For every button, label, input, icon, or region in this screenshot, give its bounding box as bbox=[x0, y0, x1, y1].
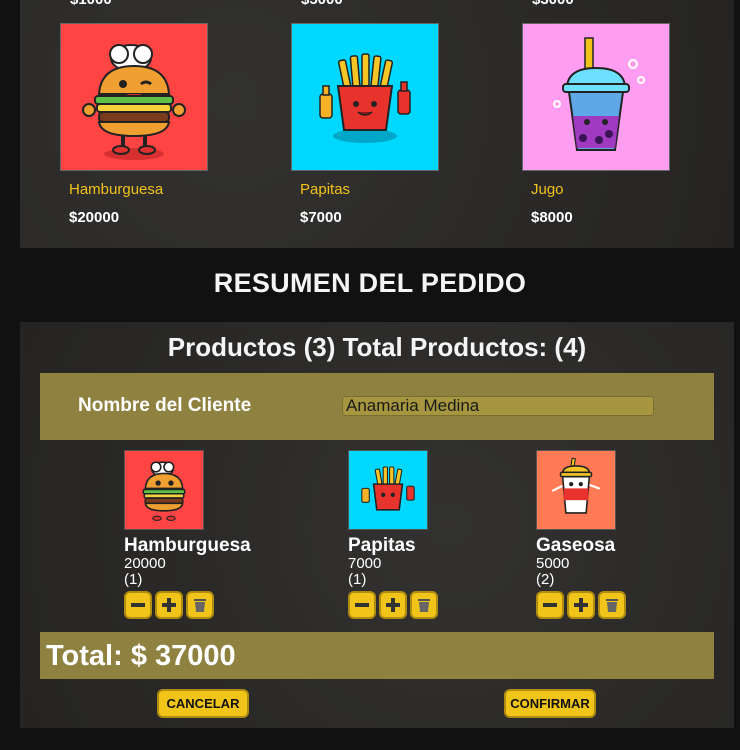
minus-icon bbox=[131, 603, 145, 607]
increase-button[interactable] bbox=[379, 591, 407, 619]
menu-panel: $1000 $5000 $3000 bbox=[20, 0, 734, 248]
product-card-hamburguesa[interactable]: Hamburguesa $20000 bbox=[60, 23, 208, 226]
trash-icon bbox=[194, 599, 206, 612]
product-price: $7000 bbox=[300, 209, 342, 226]
minus-icon bbox=[355, 603, 369, 607]
order-item-qty: (1) bbox=[124, 571, 143, 588]
order-item-price: 20000 bbox=[124, 555, 166, 572]
fries-icon bbox=[348, 450, 428, 530]
qty-controls bbox=[536, 591, 676, 619]
delete-button[interactable] bbox=[410, 591, 438, 619]
client-name-label: Nombre del Cliente bbox=[78, 395, 252, 416]
minus-icon bbox=[543, 603, 557, 607]
qty-controls bbox=[124, 591, 264, 619]
order-item-qty: (2) bbox=[536, 571, 555, 588]
confirm-button[interactable]: CONFIRMAR bbox=[504, 689, 596, 718]
hamburger-icon bbox=[124, 450, 204, 530]
order-item-qty: (1) bbox=[348, 571, 367, 588]
order-item-papitas: Papitas 7000 (1) bbox=[348, 450, 488, 619]
qty-controls bbox=[348, 591, 488, 619]
trash-icon bbox=[418, 599, 430, 612]
order-item-name: Papitas bbox=[348, 535, 416, 556]
order-item-price: 5000 bbox=[536, 555, 570, 572]
product-price: $20000 bbox=[69, 209, 120, 226]
plus-icon bbox=[574, 598, 588, 612]
price-cut-2: $5000 bbox=[301, 0, 343, 8]
plus-icon bbox=[386, 598, 400, 612]
product-card-jugo[interactable]: Jugo $8000 bbox=[522, 23, 670, 226]
summary-heading: Productos (3) Total Productos: (4) bbox=[167, 332, 587, 362]
increase-button[interactable] bbox=[155, 591, 183, 619]
decrease-button[interactable] bbox=[348, 591, 376, 619]
juice-icon[interactable] bbox=[522, 23, 670, 171]
order-item-price: 7000 bbox=[348, 555, 382, 572]
client-name-input[interactable] bbox=[342, 396, 654, 416]
product-card-papitas[interactable]: Papitas $7000 bbox=[291, 23, 439, 226]
order-summary-panel: Productos (3) Total Productos: (4) Nombr… bbox=[20, 322, 734, 728]
price-cut-1: $1000 bbox=[70, 0, 112, 8]
delete-button[interactable] bbox=[186, 591, 214, 619]
delete-button[interactable] bbox=[598, 591, 626, 619]
order-item-name: Hamburguesa bbox=[124, 535, 251, 556]
summary-title: RESUMEN DEL PEDIDO bbox=[213, 268, 527, 298]
plus-icon bbox=[162, 598, 176, 612]
order-item-name: Gaseosa bbox=[536, 535, 616, 556]
total-bar: Total: $ 37000 bbox=[40, 632, 714, 679]
soda-icon bbox=[536, 450, 616, 530]
product-name: Jugo bbox=[531, 181, 564, 198]
trash-icon bbox=[606, 599, 618, 612]
fries-icon[interactable] bbox=[291, 23, 439, 171]
decrease-button[interactable] bbox=[124, 591, 152, 619]
order-total: Total: $ 37000 bbox=[46, 640, 236, 672]
product-name: Papitas bbox=[300, 181, 351, 198]
hamburger-icon[interactable] bbox=[60, 23, 208, 171]
order-item-hamburguesa: Hamburguesa 20000 (1) bbox=[124, 450, 264, 619]
cancel-button[interactable]: CANCELAR bbox=[157, 689, 249, 718]
increase-button[interactable] bbox=[567, 591, 595, 619]
product-name: Hamburguesa bbox=[69, 181, 164, 198]
price-cut-3: $3000 bbox=[532, 0, 574, 8]
decrease-button[interactable] bbox=[536, 591, 564, 619]
order-item-gaseosa: Gaseosa 5000 (2) bbox=[536, 450, 676, 619]
client-bar: Nombre del Cliente bbox=[40, 373, 714, 440]
product-price: $8000 bbox=[531, 209, 573, 226]
